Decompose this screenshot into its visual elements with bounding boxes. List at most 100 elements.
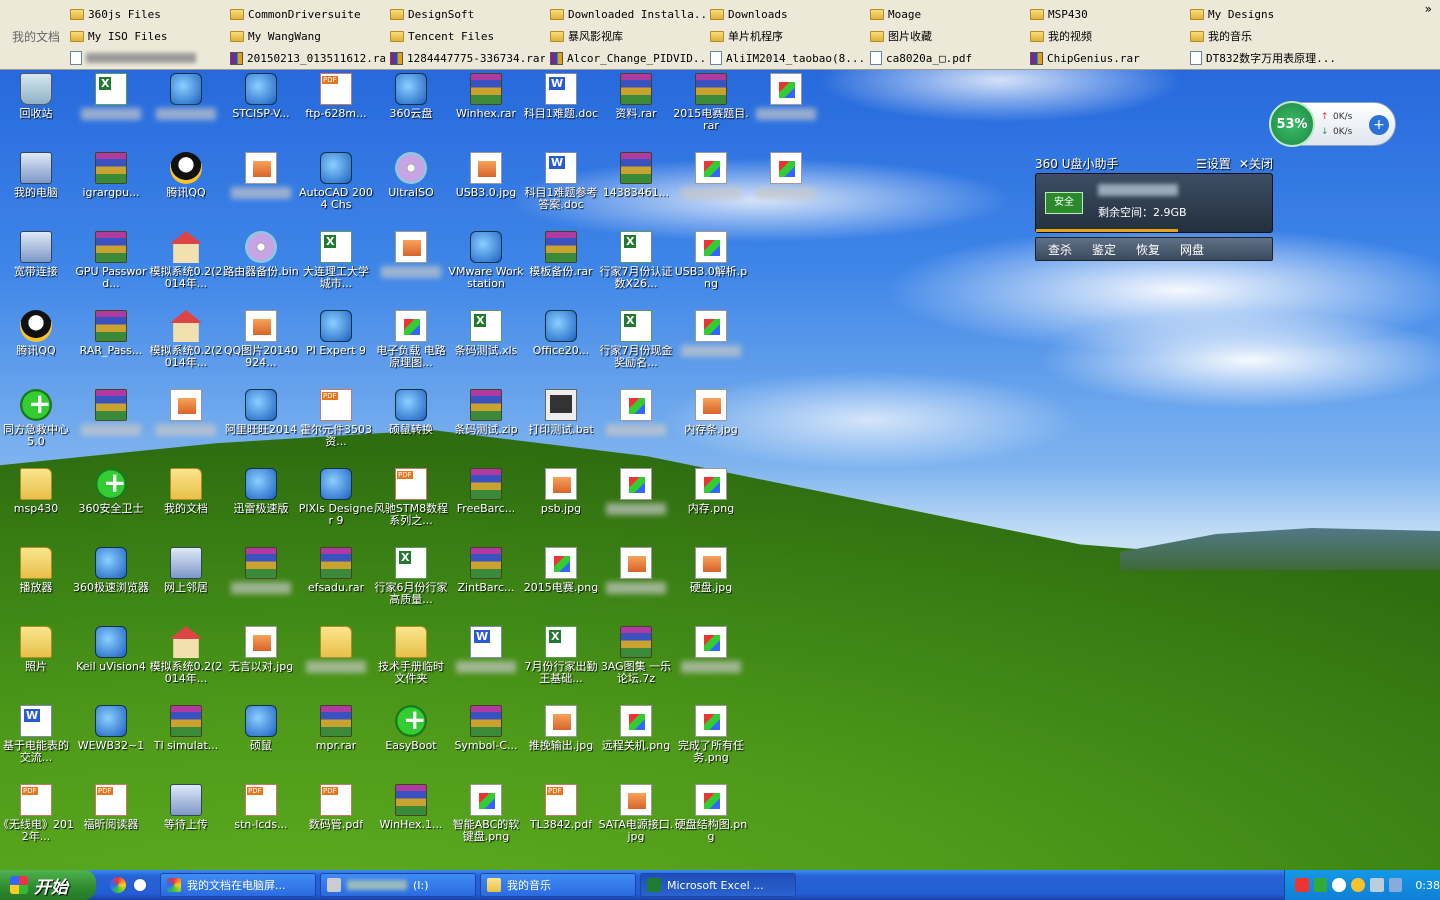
desktop-icon[interactable]: 360安全卫士 [73,466,149,544]
expand-plus-icon[interactable]: + [1369,115,1389,135]
desktop-icon[interactable]: 回收站 [0,73,74,149]
desktop-icon[interactable]: 360极速浏览器 [73,547,149,623]
desktop-icon[interactable]: 大连理工大学城市... [298,231,374,307]
memory-percent[interactable]: 53% [1269,101,1315,147]
desktop-icon[interactable]: 360云盘 [373,73,449,149]
usb-cloud-button[interactable]: 网盘 [1180,241,1204,258]
desktop-icon[interactable]: 科目1难题参考答案.doc [523,152,599,228]
desktop-icon[interactable]: 播放器 [0,547,74,623]
toolbar-item[interactable] [70,49,225,67]
sogou-icon[interactable] [1295,878,1309,892]
toolbar-item[interactable]: 单片机程序 [710,27,865,45]
toolbar-item[interactable]: AliIM2014_taobao(8.... [710,49,865,67]
toolbar-item[interactable]: DesignSoft [390,5,545,23]
desktop-icon[interactable]: 硕鼠 [223,705,299,781]
battery-icon[interactable] [1313,878,1328,892]
desktop-icon[interactable]: USB3.0解析.png [673,231,749,307]
toolbar-item[interactable]: Moage [870,5,1025,23]
desktop-icon[interactable]: 电子负载 电路原理图... [373,310,449,386]
desktop-icon[interactable] [748,73,824,149]
toolbar-item[interactable]: 我的视频 [1030,27,1185,45]
desktop-icon[interactable]: 7月份行家出勤王基础... [523,626,599,702]
usb-restore-button[interactable]: 恢复 [1136,241,1160,258]
desktop-icon[interactable]: igrargpu... [73,152,149,228]
ie-icon[interactable] [132,877,148,893]
desktop-icon[interactable] [73,73,149,149]
toolbar-item[interactable]: 我的音乐 [1190,27,1345,45]
desktop-icon[interactable]: 等待上传 [148,784,224,860]
usb-settings-button[interactable]: ☰设置 [1196,155,1231,172]
desktop-icon[interactable]: 模板备份.rar [523,231,599,307]
desktop-icon[interactable]: 无言以对.jpg [223,626,299,702]
desktop-icon[interactable]: VMware Workstation [448,231,524,307]
desktop-icon[interactable]: 腾讯QQ [0,310,74,386]
desktop-icon[interactable]: 网上邻居 [148,547,224,623]
desktop-icon[interactable]: TL3842.pdf [523,784,599,860]
toolbar-item[interactable]: DT832数字万用表原理... [1190,49,1345,67]
desktop-icon[interactable]: 我的电脑 [0,152,74,228]
desktop-icon[interactable]: ftp-628m... [298,73,374,149]
desktop-icon[interactable]: 阿里旺旺2014 [223,389,299,465]
desktop-icon[interactable]: 模拟系统0.2(2014年... [148,310,224,386]
desktop-icon[interactable]: 模拟系统0.2(2014年... [148,231,224,307]
taskbar-button-excel[interactable]: Microsoft Excel ... [640,873,796,897]
desktop-icon[interactable]: SATA电源接口.jpg [598,784,674,860]
desktop-icon[interactable]: msp430 [0,468,74,544]
toolbar-item[interactable]: 暴风影视库 [550,27,705,45]
taskbar-button-documents[interactable]: 我的文档在电脑屏... [160,873,316,897]
desktop-icon[interactable]: ZintBarc... [448,547,524,623]
start-button[interactable]: 开始 [0,870,96,900]
desktop-icon[interactable] [373,231,449,307]
desktop-icon[interactable]: 福昕阅读器 [73,784,149,860]
desktop-icon[interactable]: 2015电赛.png [523,547,599,623]
desktop-icon[interactable]: 打印测试.bat [523,389,599,465]
usb-tray-icon[interactable] [1388,878,1403,892]
toolbar-item[interactable]: 1284447775-336734.rar [390,49,545,67]
taskbar-button-drive[interactable]: (I:) [320,873,476,897]
desktop-icon[interactable]: 数码管.pdf [298,784,374,860]
desktop-icon[interactable]: Keil uVision4 [73,626,149,702]
taskbar-button-music[interactable]: 我的音乐 [480,873,636,897]
desktop-icon[interactable] [673,626,749,702]
desktop-icon[interactable]: 照片 [0,626,74,702]
desktop-icon[interactable]: WinHex.1... [373,784,449,860]
desktop-icon[interactable]: 推挽输出.jpg [523,705,599,781]
toolbar-item[interactable]: CommonDriversuite [230,5,385,23]
network-speed-widget[interactable]: 53% ↑ 0K/s ↓ 0K/s + [1269,101,1396,147]
desktop-icon[interactable]: 腾讯QQ [148,152,224,228]
clock[interactable]: 0:38 [1415,879,1440,892]
desktop-icon[interactable]: 完成了所有任务.png [673,705,749,781]
desktop-icon[interactable]: 条码测试.zip [448,389,524,465]
desktop-icon[interactable] [223,152,299,228]
toolbar-item[interactable]: ChipGenius.rar [1030,49,1185,67]
desktop-icon[interactable]: 路由器备份.bin [223,231,299,307]
desktop-icon[interactable]: 资料.rar [598,73,674,149]
desktop-icon[interactable]: 内存.png [673,468,749,544]
desktop-icon[interactable]: Symbol-C... [448,705,524,781]
desktop-icon[interactable]: efsadu.rar [298,547,374,623]
toolbar-item[interactable]: Alcor_Change_PIDVID... [550,49,705,67]
desktop-icon[interactable]: 模拟系统0.2(2014年... [148,626,224,702]
toolbar-item[interactable]: ca8020a_□.pdf [870,49,1025,67]
desktop-icon[interactable]: 远程关机.png [598,705,674,781]
desktop-icon[interactable]: 风驰STM8数程系列之... [373,468,449,544]
desktop-icon[interactable] [598,547,674,623]
toolbar-item[interactable]: 图片收藏 [870,27,1025,45]
network-icon[interactable] [1369,878,1384,892]
desktop-icon[interactable]: 硬盘结构图.png [673,784,749,860]
360-browser-icon[interactable] [110,877,126,893]
desktop-icon[interactable] [598,389,674,465]
usb-close-button[interactable]: ✕关闭 [1239,155,1273,172]
desktop-icon[interactable]: 同方急救中心5.0 [0,387,74,465]
desktop-icon[interactable]: psb.jpg [523,468,599,544]
toolbar-item[interactable]: My WangWang [230,27,385,45]
desktop-icon[interactable]: 行家7月份现金奖励名... [598,310,674,386]
desktop-icon[interactable]: 智能ABC的软键盘.png [448,784,524,860]
desktop-icon[interactable]: 14383461... [598,152,674,228]
desktop-icon[interactable]: GPU Password... [73,231,149,307]
desktop-icon[interactable]: 霍尔元件3503资... [298,389,374,465]
desktop-icon[interactable] [223,547,299,623]
desktop-icon[interactable]: EasyBoot [373,703,449,781]
desktop-icon[interactable]: PIXls Designer 9 [298,468,374,544]
desktop-icon[interactable] [673,152,749,228]
